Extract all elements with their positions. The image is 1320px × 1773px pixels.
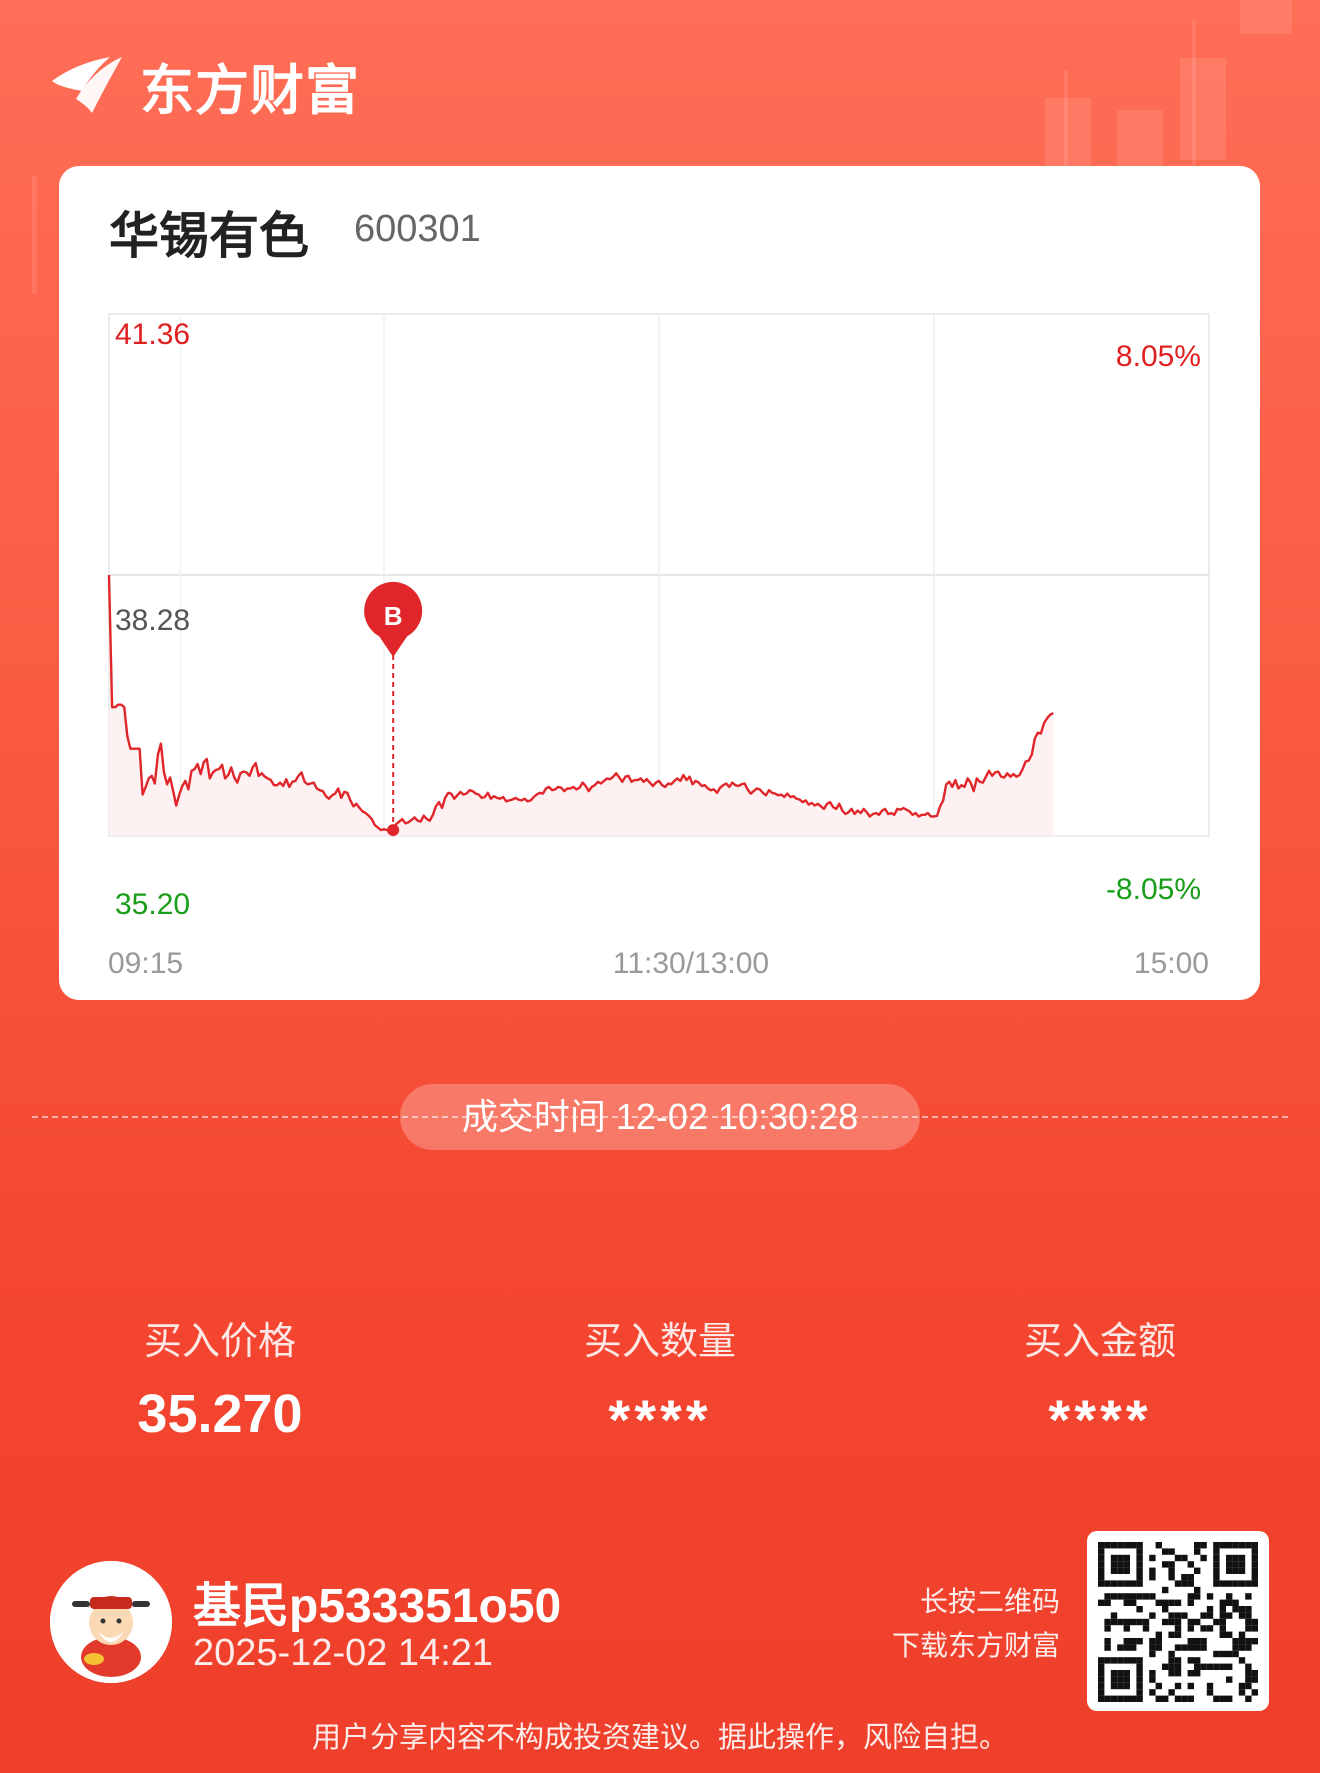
fortune-god-avatar-icon xyxy=(50,1561,172,1683)
qr-hint: 长按二维码 下载东方财富 xyxy=(850,1580,1060,1668)
user-name: 基民p533351o50 xyxy=(193,1580,562,1633)
x-label-close: 15:00 xyxy=(1134,947,1209,980)
decorative-candle xyxy=(1117,110,1163,166)
qr-hint-line2: 下载东方财富 xyxy=(891,1630,1060,1661)
qr-code-icon xyxy=(1098,1542,1258,1702)
y-label-low: 35.20 xyxy=(115,888,190,921)
share-card-page: 东方财富 华锡有色 600301 B 41.36 38.28 35.20 8.0… xyxy=(0,0,1320,1773)
disclaimer: 用户分享内容不构成投资建议。据此操作，风险自担。 xyxy=(311,1722,1008,1754)
intraday-chart: B 41.36 38.28 35.20 8.05% -8.05% 09:15 1… xyxy=(107,313,1210,980)
stat-value: 35.270 xyxy=(137,1384,303,1444)
decorative-candle xyxy=(1180,58,1226,160)
brand-header: 东方财富 xyxy=(48,46,360,125)
pct-label-high: 8.05% xyxy=(1116,340,1201,373)
stat-label: 买入数量 xyxy=(583,1321,736,1363)
buy-marker-label: B xyxy=(384,601,403,631)
east-money-logo-icon xyxy=(52,56,122,113)
x-label-open: 09:15 xyxy=(108,947,183,980)
stat-value: **** xyxy=(1048,1388,1152,1451)
x-label-midday: 11:30/13:00 xyxy=(613,947,769,980)
brand-name: 东方财富 xyxy=(140,61,360,121)
buy-marker-dot xyxy=(387,824,400,837)
stat-buy-quantity: 买入数量 **** xyxy=(510,1310,810,1452)
y-label-high: 41.36 xyxy=(115,318,190,351)
qr-code[interactable] xyxy=(1087,1531,1269,1711)
stat-label: 买入金额 xyxy=(1023,1321,1176,1363)
decorative-candle xyxy=(1240,0,1292,34)
decorative-candle xyxy=(1045,98,1091,168)
y-label-prev-close: 38.28 xyxy=(115,604,190,637)
share-date: 2025-12-02 14:21 xyxy=(193,1632,494,1674)
stat-buy-amount: 买入金额 **** xyxy=(950,1310,1250,1452)
stock-chart-card: 华锡有色 600301 B 41.36 38.28 35.20 8.05% -8… xyxy=(59,166,1260,1000)
pct-label-low: -8.05% xyxy=(1106,873,1201,906)
qr-hint-line1: 长按二维码 xyxy=(919,1586,1060,1617)
avatar xyxy=(50,1561,172,1683)
decorative-candle xyxy=(32,176,37,294)
stat-value: **** xyxy=(608,1388,712,1451)
price-area-fill xyxy=(109,575,1054,836)
stat-label: 买入价格 xyxy=(143,1321,296,1363)
trade-time-pill: 成交时间 12-02 10:30:28 xyxy=(400,1084,920,1150)
stat-buy-price: 买入价格 35.270 xyxy=(70,1310,370,1445)
